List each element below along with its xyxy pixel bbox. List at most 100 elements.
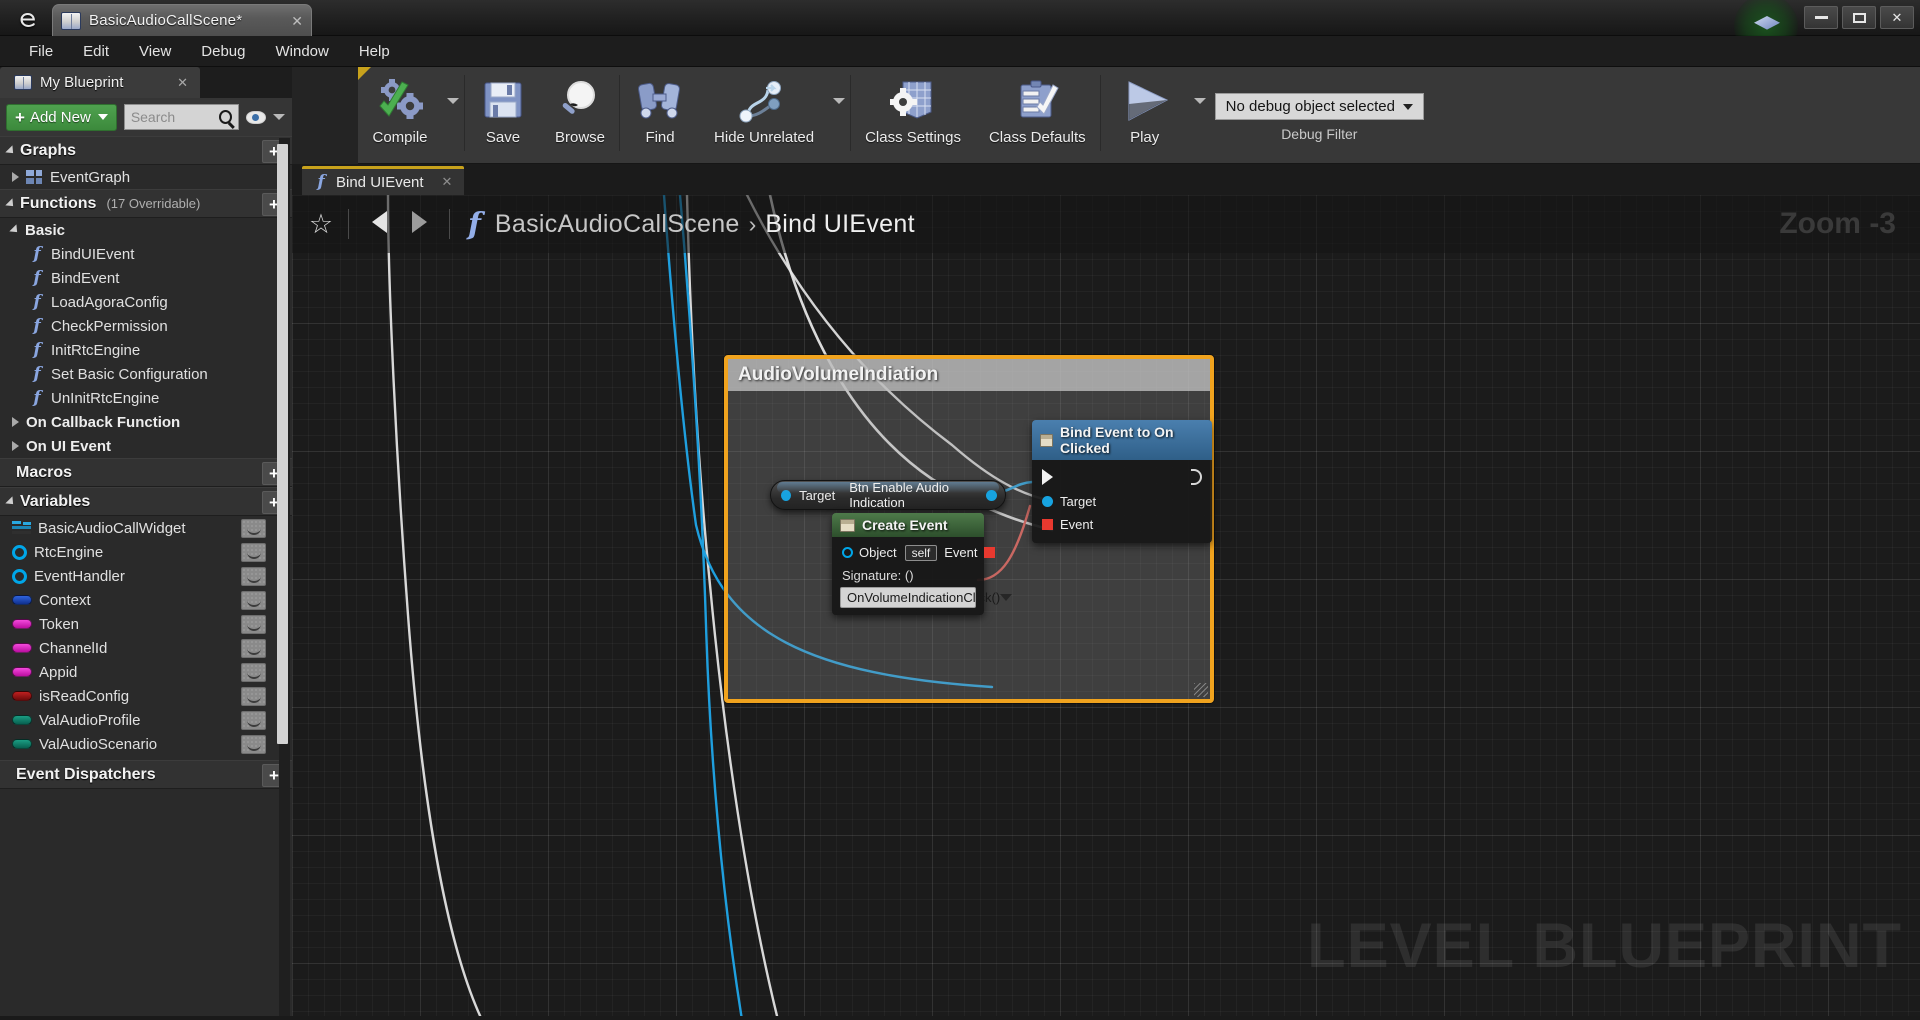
variable-visibility-toggle[interactable] [241,662,266,682]
comment-node-header[interactable]: AudioVolumeIndiation [728,359,1210,391]
graph-tab-close-icon[interactable]: ✕ [442,174,453,190]
tree-item-eventgraph[interactable]: EventGraph [0,165,292,189]
menu-file[interactable]: File [14,40,68,63]
pin-object-label: Object [859,545,897,560]
tree-item-set-basic-configuration[interactable]: f Set Basic Configuration [0,362,292,386]
compile-button[interactable]: Compile [358,67,442,159]
visibility-dropdown-caret-icon[interactable] [272,114,285,120]
tree-item-context[interactable]: Context [0,588,292,612]
search-box[interactable] [123,104,239,130]
pin-target-input[interactable] [781,489,792,501]
variable-visibility-toggle[interactable] [241,518,266,538]
breadcrumb-root[interactable]: BasicAudioCallScene [495,210,740,239]
node-body: Object self Event Signature: () OnVolume… [832,537,1013,615]
tree-group-basic[interactable]: Basic [0,218,292,242]
compile-dropdown-caret[interactable] [442,67,464,159]
section-header-functions[interactable]: Functions (17 Overridable) + [0,189,292,218]
tab-my-blueprint[interactable]: My Blueprint ✕ [0,67,200,98]
section-header-variables[interactable]: Variables + [0,487,292,516]
save-button[interactable]: Save [465,67,541,159]
collapse-triangle-icon[interactable] [12,172,19,182]
exec-output-pin[interactable] [1191,469,1202,485]
variable-visibility-toggle[interactable] [241,590,266,610]
blueprint-graph-canvas[interactable]: AudioVolumeIndiation Target Btn Enable A… [292,195,1920,1020]
tree-item-isreadconfig[interactable]: isReadConfig [0,684,292,708]
tree-item-eventhandler[interactable]: EventHandler [0,564,292,588]
node-header[interactable]: Bind Event to On Clicked [1032,420,1212,460]
my-blueprint-tree[interactable]: Graphs + EventGraph Functions (17 Overri… [0,136,292,1020]
debug-object-select[interactable]: No debug object selected [1214,93,1424,120]
variable-visibility-toggle[interactable] [241,710,266,730]
tree-group-on-ui-event[interactable]: On UI Event [0,434,292,458]
pin-event-input[interactable] [1042,519,1053,530]
tree-item-valaudioprofile[interactable]: ValAudioProfile [0,708,292,732]
maximize-button[interactable] [1842,6,1876,29]
close-button[interactable]: ✕ [1880,6,1914,29]
my-blueprint-toolbar: + Add New [0,98,292,136]
tree-item-initrtcengine[interactable]: f InitRtcEngine [0,338,292,362]
tree-item-valaudioscenario[interactable]: ValAudioScenario [0,732,292,756]
variable-visibility-toggle[interactable] [241,686,266,706]
favorite-star-icon[interactable]: ☆ [304,208,338,240]
document-tab-basicaudiocallscene[interactable]: BasicAudioCallScene* ✕ [52,4,312,36]
tree-item-rtcengine[interactable]: RtcEngine [0,540,292,564]
object-value-field[interactable]: self [904,544,938,561]
minimize-button[interactable] [1804,6,1838,29]
variable-visibility-toggle[interactable] [241,638,266,658]
menu-help[interactable]: Help [344,40,405,63]
pin-value-output[interactable] [986,489,997,501]
node-header[interactable]: Create Event [832,513,984,537]
hide-unrelated-dropdown-caret[interactable] [828,67,850,159]
play-button[interactable]: Play [1101,67,1189,159]
breadcrumb-current[interactable]: Bind UIEvent [765,210,915,239]
section-header-macros[interactable]: Macros + [0,458,292,487]
menu-window[interactable]: Window [260,40,343,63]
tree-item-binduievent[interactable]: f BindUIEvent [0,242,292,266]
toolbar-group-file: Save Browse [465,67,619,164]
class-settings-button[interactable]: Class Settings [851,67,975,159]
document-tab-close-icon[interactable]: ✕ [291,14,303,28]
variable-visibility-toggle[interactable] [241,614,266,634]
search-input[interactable] [130,109,219,125]
add-new-button[interactable]: + Add New [6,103,117,131]
tree-item-channelid[interactable]: ChannelId [0,636,292,660]
my-blueprint-tab-label: My Blueprint [40,74,124,91]
sidebar-scrollbar-thumb[interactable] [277,144,288,744]
hide-unrelated-button[interactable]: Hide Unrelated [700,67,828,159]
my-blueprint-tab-close-icon[interactable]: ✕ [177,75,188,91]
node-bind-event-to-on-clicked[interactable]: Bind Event to On Clicked Target Event [1032,420,1212,543]
comment-resize-handle[interactable] [1194,683,1208,697]
tree-group-on-callback-function[interactable]: On Callback Function [0,410,292,434]
menu-view[interactable]: View [124,40,186,63]
tree-item-uninitrtcengine[interactable]: f UnInitRtcEngine [0,386,292,410]
section-header-graphs[interactable]: Graphs + [0,136,292,165]
menu-edit[interactable]: Edit [68,40,124,63]
tree-item-token[interactable]: Token [0,612,292,636]
variable-visibility-toggle[interactable] [241,566,266,586]
signature-select[interactable]: OnVolumeIndicationClick() [840,587,1013,608]
tree-item-basicaudiocallwidget[interactable]: BasicAudioCallWidget [0,516,292,540]
sidebar-scrollbar-track[interactable] [277,138,290,1018]
tree-item-checkpermission[interactable]: f CheckPermission [0,314,292,338]
tab-bind-uievent[interactable]: f Bind UIEvent ✕ [302,166,465,195]
play-dropdown-caret[interactable] [1189,67,1211,159]
find-button[interactable]: Find [620,67,700,159]
pin-object-input[interactable] [842,547,853,558]
tree-item-appid[interactable]: Appid [0,660,292,684]
menu-debug[interactable]: Debug [186,40,260,63]
section-header-event-dispatchers[interactable]: Event Dispatchers + [0,760,292,789]
node-create-event[interactable]: Create Event Object self Event Signature… [832,513,1013,615]
exec-input-pin[interactable] [1042,469,1053,485]
nav-forward-button[interactable] [399,210,439,238]
nav-back-button[interactable] [359,210,399,238]
browse-button[interactable]: Browse [541,67,619,159]
variable-visibility-toggle[interactable] [241,542,266,562]
pin-target-input[interactable] [1042,496,1053,507]
node-btn-enable-audio-indication[interactable]: Target Btn Enable Audio Indication [770,480,1006,510]
tree-item-bindevent[interactable]: f BindEvent [0,266,292,290]
variable-visibility-toggle[interactable] [241,734,266,754]
visibility-eye-icon[interactable] [245,110,266,124]
tree-item-loadagoraconfig[interactable]: f LoadAgoraConfig [0,290,292,314]
pin-event-output[interactable] [983,547,995,558]
class-defaults-button[interactable]: Class Defaults [975,67,1100,159]
